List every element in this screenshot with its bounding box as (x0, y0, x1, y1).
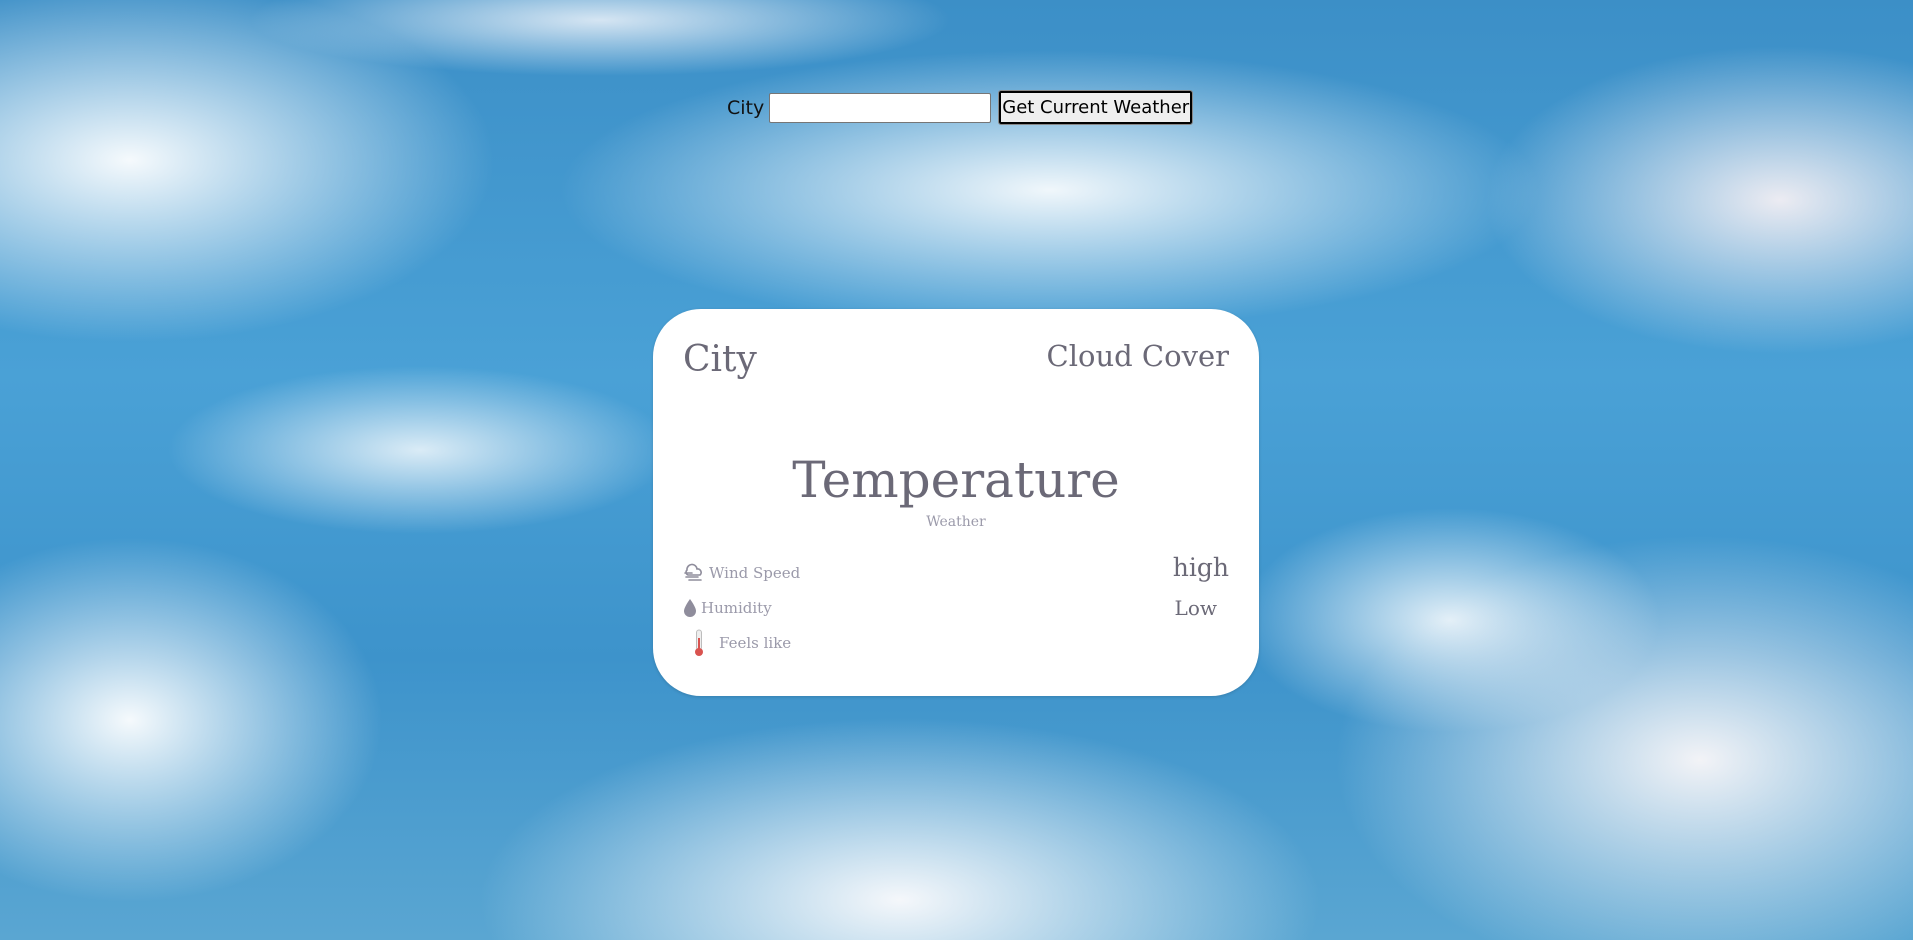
droplet-icon (683, 598, 697, 618)
city-input[interactable] (769, 92, 992, 123)
temperature-low: Low (1174, 596, 1217, 620)
humidity-row: Humidity (683, 598, 772, 618)
wind-icon (683, 563, 705, 583)
thermometer-icon (693, 629, 705, 657)
temperature-high: high (1172, 553, 1229, 582)
wind-speed-label: Wind Speed (709, 564, 801, 582)
feels-like-label: Feels like (719, 634, 792, 652)
feels-like-row: Feels like (693, 629, 791, 657)
card-city: City (683, 339, 757, 380)
wind-speed-row: Wind Speed (683, 563, 800, 583)
card-weather: Weather (926, 514, 986, 530)
card-cloud-cover: Cloud Cover (1046, 339, 1229, 373)
card-temperature: Temperature (792, 451, 1120, 509)
weather-card: City Cloud Cover Temperature Weather Win… (653, 309, 1259, 696)
city-label: City (727, 96, 765, 119)
humidity-label: Humidity (701, 599, 772, 617)
get-current-weather-button[interactable]: Get Current Weather (998, 90, 1194, 125)
search-bar: City Get Current Weather (727, 90, 1194, 125)
